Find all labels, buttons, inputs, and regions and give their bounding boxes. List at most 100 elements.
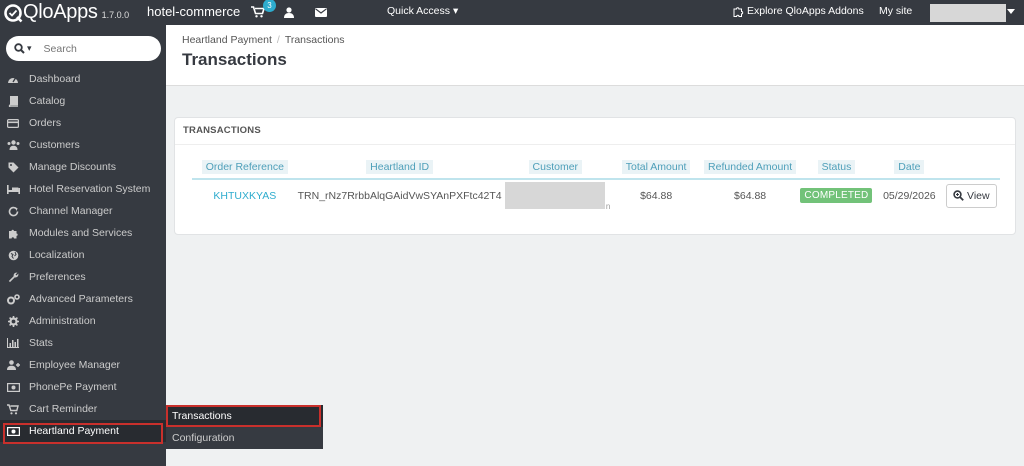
sidebar-item-label: Preferences [29,271,86,283]
wrench-icon [6,271,20,283]
refresh-icon [6,205,20,217]
sidebar-item-label: Catalog [29,95,66,107]
sidebar-item-phonepe-payment[interactable]: PhonePe Payment [0,376,166,398]
breadcrumb-parent[interactable]: Heartland Payment [182,34,272,46]
view-button-label: View [967,189,990,202]
sidebar-item-orders[interactable]: Orders [0,112,166,134]
transactions-table: Order Reference Heartland ID Customer To… [192,156,1000,211]
sidebar-item-channel-manager[interactable]: Channel Manager [0,200,166,222]
submenu-item-transactions[interactable]: Transactions [166,405,323,427]
view-button[interactable]: View [946,183,997,208]
breadcrumb-separator: / [276,34,280,46]
sidebar-item-label: Stats [29,337,53,349]
sidebar-item-label: Channel Manager [29,205,113,217]
search-type-dropdown[interactable]: ▾ [14,43,32,54]
cogs-icon [6,293,20,305]
column-header[interactable]: Heartland ID [298,156,502,179]
bar-chart-icon [6,337,20,349]
column-header[interactable]: Date [876,156,943,179]
cart-count-badge: 3 [263,0,276,12]
sidebar-item-label: Dashboard [29,73,81,85]
sidebar: ▾ Dashboard Catalog Orders Customers Man… [0,25,166,466]
column-header[interactable]: Status [797,156,876,179]
panel-heading: TRANSACTIONS [183,125,261,136]
top-navbar: QloApps 1.7.0.0 hotel-commerce 3 Quick A… [0,0,1024,25]
book-icon [6,95,20,107]
submenu-item-label: Transactions [172,410,232,422]
column-header[interactable]: Total Amount [609,156,703,179]
column-header[interactable]: Refunded Amount [703,156,797,179]
sidebar-item-label: Hotel Reservation System [29,183,151,195]
customer-name-fragment: n [605,202,611,211]
sidebar-item-label: Modules and Services [29,227,133,239]
total-amount-cell: $64.88 [640,189,673,202]
sidebar-collapse-handle[interactable]: ▪▪▪ [78,462,91,466]
sidebar-item-stats[interactable]: Stats [0,332,166,354]
qloapps-logo-icon [4,3,23,22]
tag-icon [6,161,20,173]
caret-down-icon[interactable] [1007,9,1015,14]
order-reference-cell[interactable]: KHTUXKYAS [192,179,298,211]
search-input[interactable] [43,42,144,55]
column-header[interactable]: Customer [502,156,609,179]
panel-divider [175,144,1015,145]
table-row: KHTUXKYAS TRN_rNz7RrbbAlqGAidVwSYAnPXFtc… [192,179,1000,211]
quick-access-dropdown[interactable]: Quick Access ▾ [387,5,458,17]
sidebar-item-heartland-payment[interactable]: Heartland Payment [0,420,166,442]
sidebar-item-label: Cart Reminder [29,403,98,415]
submenu-item-label: Configuration [172,432,235,444]
sidebar-item-modules-and-services[interactable]: Modules and Services [0,222,166,244]
sidebar-item-label: Localization [29,249,85,261]
refunded-amount-cell: $64.88 [734,189,767,202]
employee-name-box[interactable] [930,4,1006,22]
bed-icon [6,183,20,195]
sidebar-item-localization[interactable]: Localization [0,244,166,266]
page-title: Transactions [182,50,287,69]
column-header[interactable]: Order Reference [192,156,298,179]
sidebar-item-advanced-parameters[interactable]: Advanced Parameters [0,288,166,310]
status-badge: COMPLETED [800,188,873,203]
sidebar-item-catalog[interactable]: Catalog [0,90,166,112]
globe-icon [6,249,20,261]
my-site-link[interactable]: My site [879,5,912,17]
sidebar-item-label: PhonePe Payment [29,381,117,393]
sidebar-item-label: Manage Discounts [29,161,116,173]
search-box[interactable]: ▾ [6,36,161,61]
cog-icon [6,315,20,327]
sidebar-item-employee-manager[interactable]: Employee Manager [0,354,166,376]
page-header: Heartland Payment / Transactions Transacti… [166,25,1024,86]
search-icon [14,43,25,54]
puzzle-icon [6,227,20,239]
shop-name-link[interactable]: hotel-commerce [147,4,240,19]
order-reference-link[interactable]: KHTUXKYAS [213,190,276,202]
actions-cell: View [943,179,1000,211]
cart-icon [6,403,20,415]
sidebar-item-customers[interactable]: Customers [0,134,166,156]
sidebar-item-dashboard[interactable]: Dashboard [0,68,166,90]
transactions-panel: TRANSACTIONS Order Reference Heartland I… [174,117,1016,235]
credit-card-icon [6,117,20,129]
sidebar-item-cart-reminder[interactable]: Cart Reminder [0,398,166,420]
chevron-down-icon: ▾ [452,5,459,17]
brand-name: QloApps [23,1,98,23]
heartland-submenu: Transactions Configuration [166,405,323,449]
sidebar-item-hotel-reservation-system[interactable]: Hotel Reservation System [0,178,166,200]
date-cell: 05/29/2026 [883,189,936,202]
column-header-actions [943,156,1000,179]
version-label: 1.7.0.0 [101,10,130,20]
customer-cell: n [502,179,610,211]
sidebar-item-manage-discounts[interactable]: Manage Discounts [0,156,166,178]
user-icon[interactable] [281,5,297,19]
envelope-icon[interactable] [313,5,329,19]
explore-addons-link[interactable]: Explore QloApps Addons [733,5,864,17]
customer-redacted: n [505,182,610,211]
sidebar-item-preferences[interactable]: Preferences [0,266,166,288]
sidebar-item-label: Orders [29,117,62,129]
brand-logo[interactable]: QloApps 1.7.0.0 [3,0,129,25]
quick-access-label: Quick Access [387,5,451,17]
submenu-item-configuration[interactable]: Configuration [166,427,323,449]
sidebar-item-administration[interactable]: Administration [0,310,166,332]
user-plus-icon [6,359,20,371]
status-cell: COMPLETED [797,179,876,211]
sidebar-item-label: Employee Manager [29,359,121,371]
